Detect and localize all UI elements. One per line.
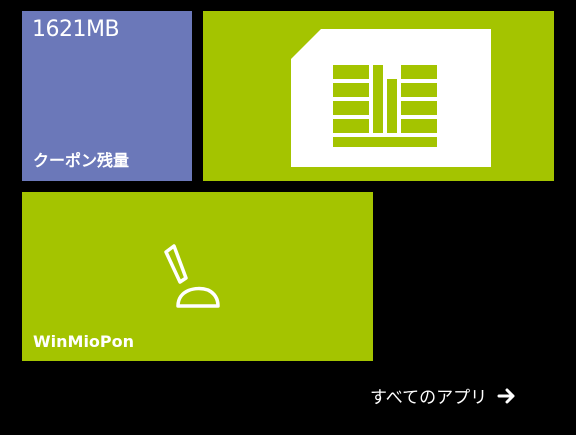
coupon-remaining-tile[interactable]: 1621MB クーポン残量: [22, 11, 192, 181]
arrow-right-icon: [497, 388, 515, 403]
sim-card-icon: [291, 29, 491, 167]
joystick-icon: [164, 244, 220, 308]
coupon-remaining-label: クーポン残量: [33, 151, 130, 170]
winmiopon-label: WinMioPon: [33, 332, 135, 351]
winmiopon-tile[interactable]: WinMioPon: [22, 192, 373, 361]
all-apps-link[interactable]: すべてのアプリ: [370, 383, 517, 408]
coupon-remaining-value: 1621MB: [32, 17, 120, 42]
start-screen: 1621MB クーポン残量 WinMioPon すべてのアプリ: [0, 0, 576, 435]
sim-card-tile[interactable]: [203, 11, 554, 181]
all-apps-label: すべてのアプリ: [370, 388, 488, 408]
